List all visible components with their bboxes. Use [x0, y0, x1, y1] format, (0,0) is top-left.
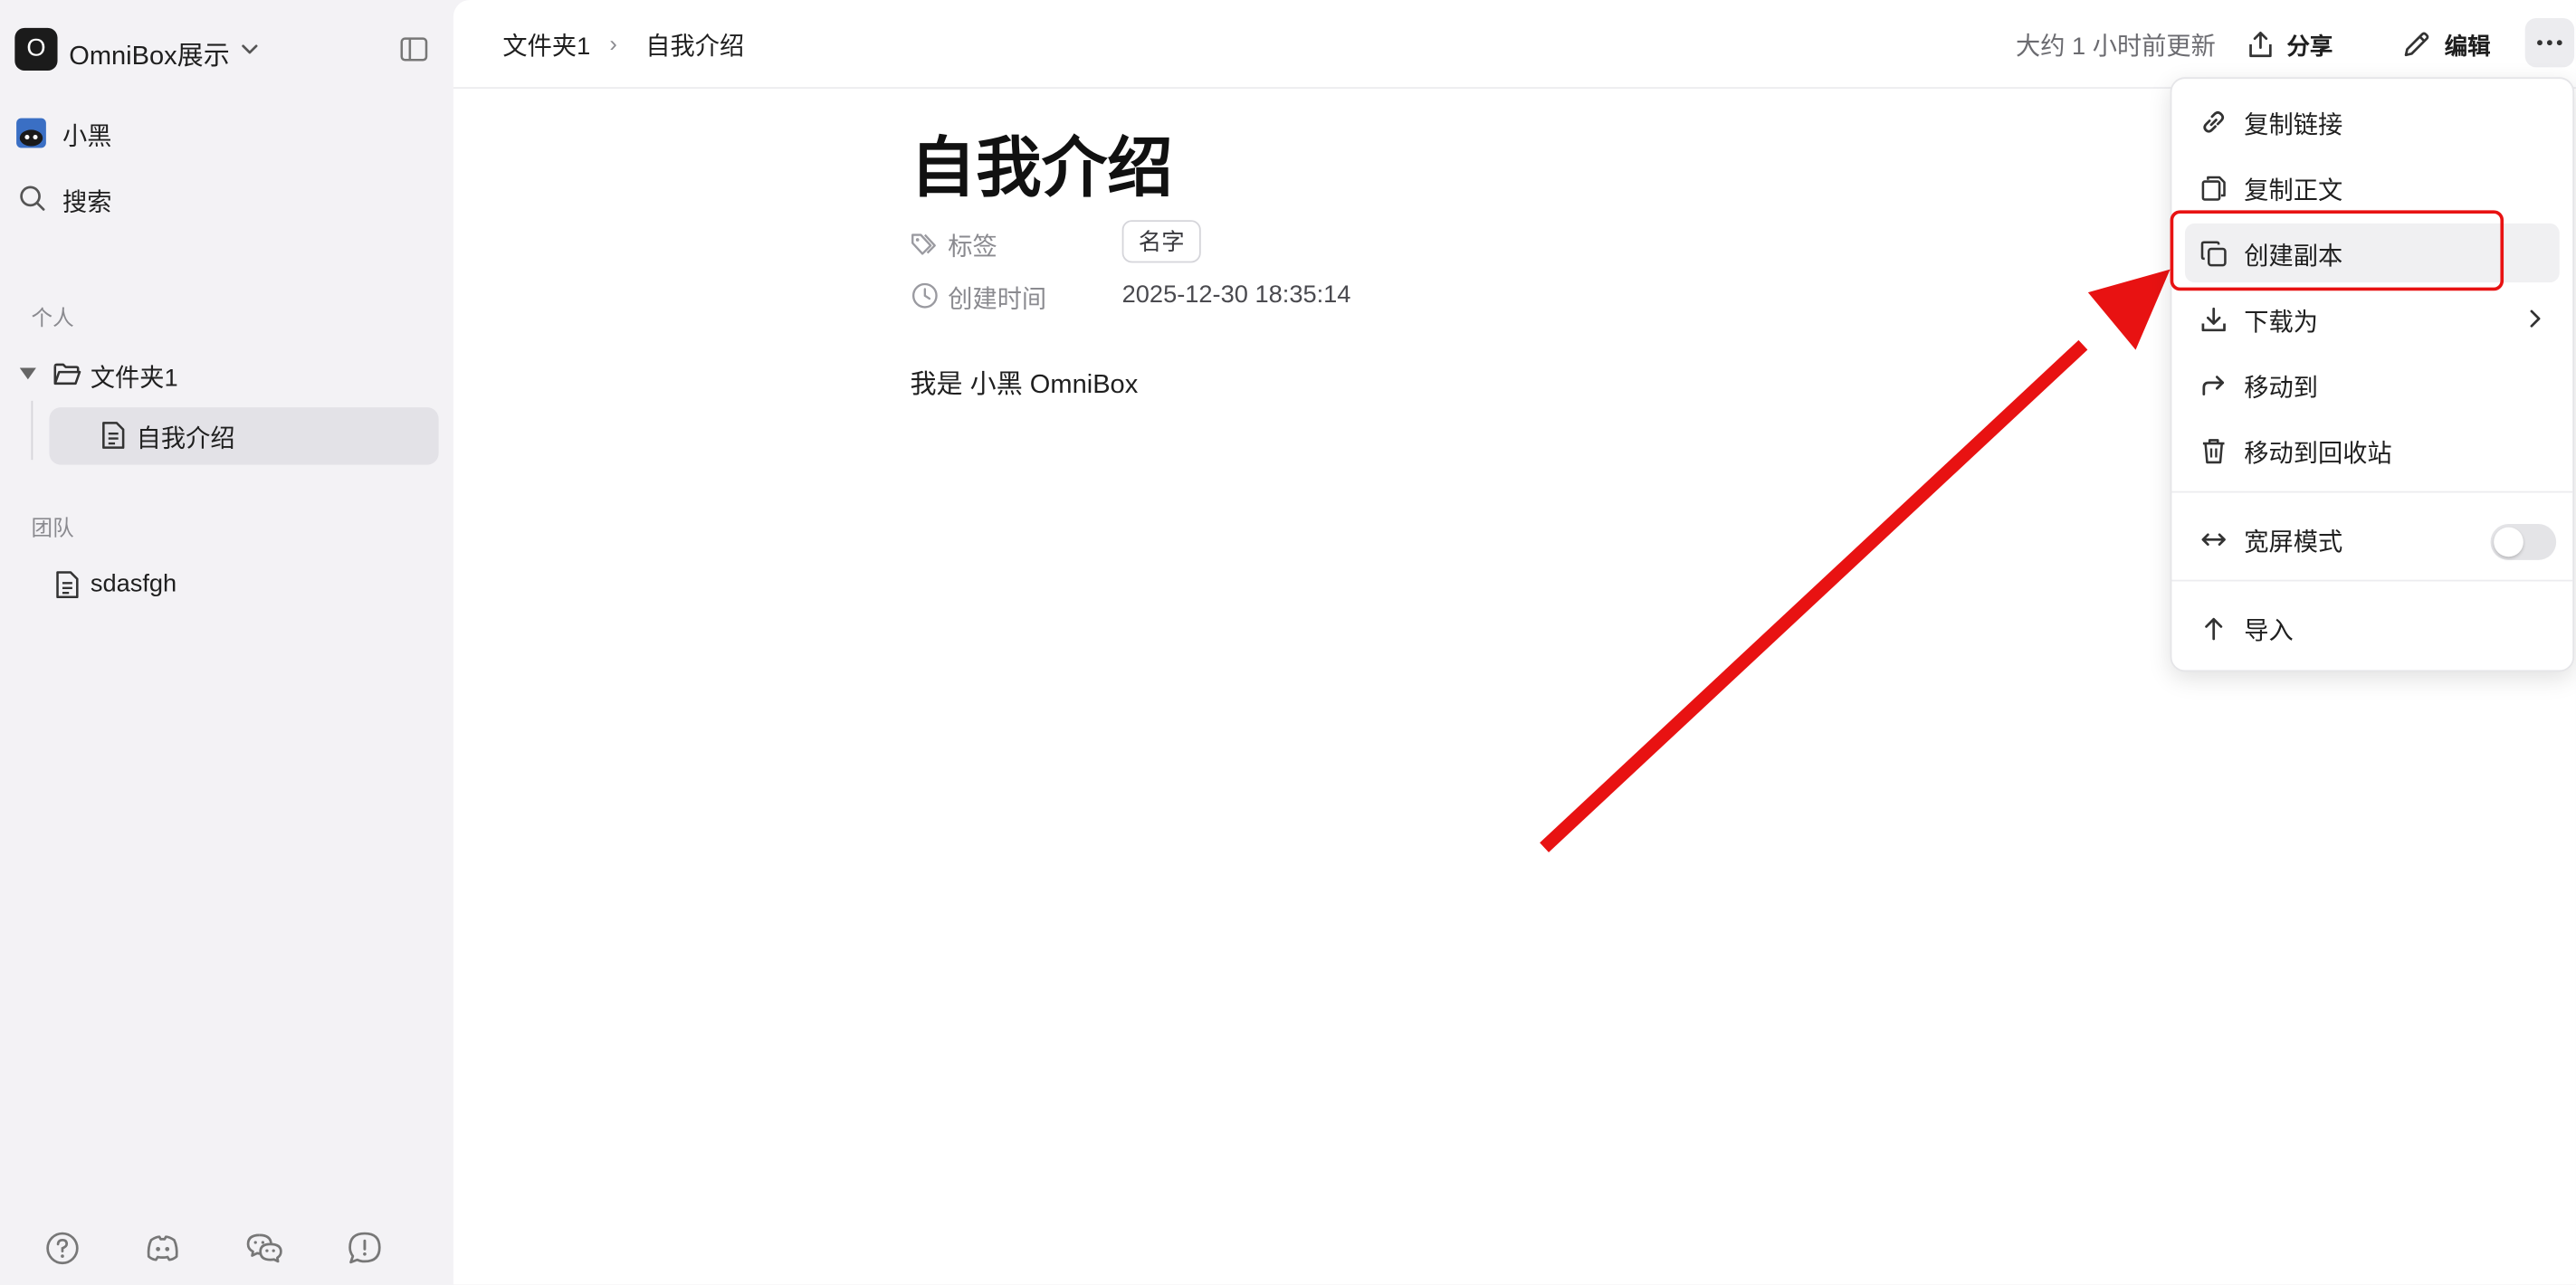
menu-import[interactable]: 导入: [2185, 598, 2560, 657]
search-label[interactable]: 搜索: [62, 184, 111, 218]
avatar[interactable]: [16, 118, 46, 148]
folder-open-icon: [52, 359, 82, 389]
trash-icon: [2199, 437, 2228, 465]
tags-label: 标签: [948, 233, 997, 262]
copy-document-icon: [2199, 174, 2228, 202]
discord-icon[interactable]: [145, 1230, 181, 1266]
caret-down-icon[interactable]: [19, 367, 36, 382]
menu-label: 宽屏模式: [2244, 528, 2343, 557]
menu-move-to-trash[interactable]: 移动到回收站: [2185, 421, 2560, 480]
search-icon[interactable]: [18, 184, 48, 214]
menu-label: 导入: [2244, 617, 2294, 646]
chevron-down-icon[interactable]: [238, 38, 261, 61]
toggle-knob: [2494, 527, 2524, 557]
page-title[interactable]: 自我介绍: [911, 115, 1173, 210]
menu-divider: [2171, 490, 2573, 493]
sidebar-item-sdasfgh[interactable]: sdasfgh: [91, 570, 177, 598]
topbar: 文件夹1 › 自我介绍 大约 1 小时前更新 分享 编辑: [453, 0, 2576, 90]
help-icon[interactable]: [44, 1230, 81, 1266]
created-label: 创建时间: [948, 285, 1047, 314]
workspace-badge[interactable]: O: [14, 27, 58, 71]
updated-status: 大约 1 小时前更新: [2016, 33, 2216, 62]
edit-button[interactable]: 编辑: [2445, 30, 2491, 62]
more-options-menu: 复制链接 复制正文 创建副本 下载为 移动到 移动到回收站 宽屏模式 导入: [2170, 77, 2575, 672]
menu-divider: [2171, 579, 2573, 582]
menu-copy-text[interactable]: 复制正文: [2185, 157, 2560, 216]
workspace-name[interactable]: OmniBox展示: [69, 33, 230, 72]
move-icon: [2199, 371, 2228, 399]
user-name[interactable]: 小黑: [62, 119, 111, 153]
menu-label: 复制链接: [2244, 111, 2343, 140]
tag-chip[interactable]: 名字: [1121, 220, 1201, 263]
wide-mode-toggle[interactable]: [2490, 523, 2557, 560]
pencil-icon[interactable]: [2402, 30, 2432, 60]
chevron-right-icon: [2526, 309, 2543, 328]
feedback-icon[interactable]: [347, 1230, 383, 1266]
download-icon: [2199, 306, 2228, 334]
document-icon: [54, 570, 81, 600]
menu-move-to[interactable]: 移动到: [2185, 355, 2560, 414]
section-team-label: 团队: [31, 515, 74, 541]
sidebar-item-folder1[interactable]: 文件夹1: [91, 359, 178, 394]
breadcrumb-folder[interactable]: 文件夹1: [502, 28, 590, 62]
created-value: 2025-12-30 18:35:14: [1121, 281, 1351, 309]
share-icon[interactable]: [2246, 30, 2275, 60]
clock-icon: [911, 281, 940, 310]
sidebar: O OmniBox展示 小黑 搜索 个人 文件夹1 自我介绍 团队 sdasfg…: [0, 0, 453, 1285]
menu-wide-mode[interactable]: 宽屏模式: [2185, 509, 2560, 568]
breadcrumb-separator: ›: [609, 29, 617, 56]
more-options-button[interactable]: [2524, 17, 2575, 68]
breadcrumb-doc[interactable]: 自我介绍: [645, 28, 744, 62]
sidebar-toggle-icon[interactable]: [399, 34, 429, 64]
tree-guide-line: [31, 400, 33, 461]
annotation-highlight-box: [2170, 210, 2504, 291]
menu-label: 移动到回收站: [2244, 440, 2392, 469]
document-icon: [100, 421, 127, 451]
menu-copy-link[interactable]: 复制链接: [2185, 92, 2560, 151]
menu-label: 复制正文: [2244, 177, 2343, 205]
arrow-up-icon: [2199, 614, 2228, 642]
link-icon: [2199, 109, 2228, 137]
arrows-horizontal-icon: [2199, 526, 2228, 554]
menu-label: 下载为: [2244, 309, 2318, 338]
tag-icon: [911, 232, 940, 258]
document-body[interactable]: 我是 小黑 OmniBox: [911, 361, 1139, 401]
sidebar-item-label[interactable]: 自我介绍: [137, 421, 235, 455]
wechat-icon[interactable]: [244, 1230, 284, 1266]
menu-download-as[interactable]: 下载为: [2185, 289, 2560, 347]
section-personal-label: 个人: [31, 305, 74, 330]
share-button[interactable]: 分享: [2286, 30, 2333, 62]
menu-label: 移动到: [2244, 374, 2318, 403]
